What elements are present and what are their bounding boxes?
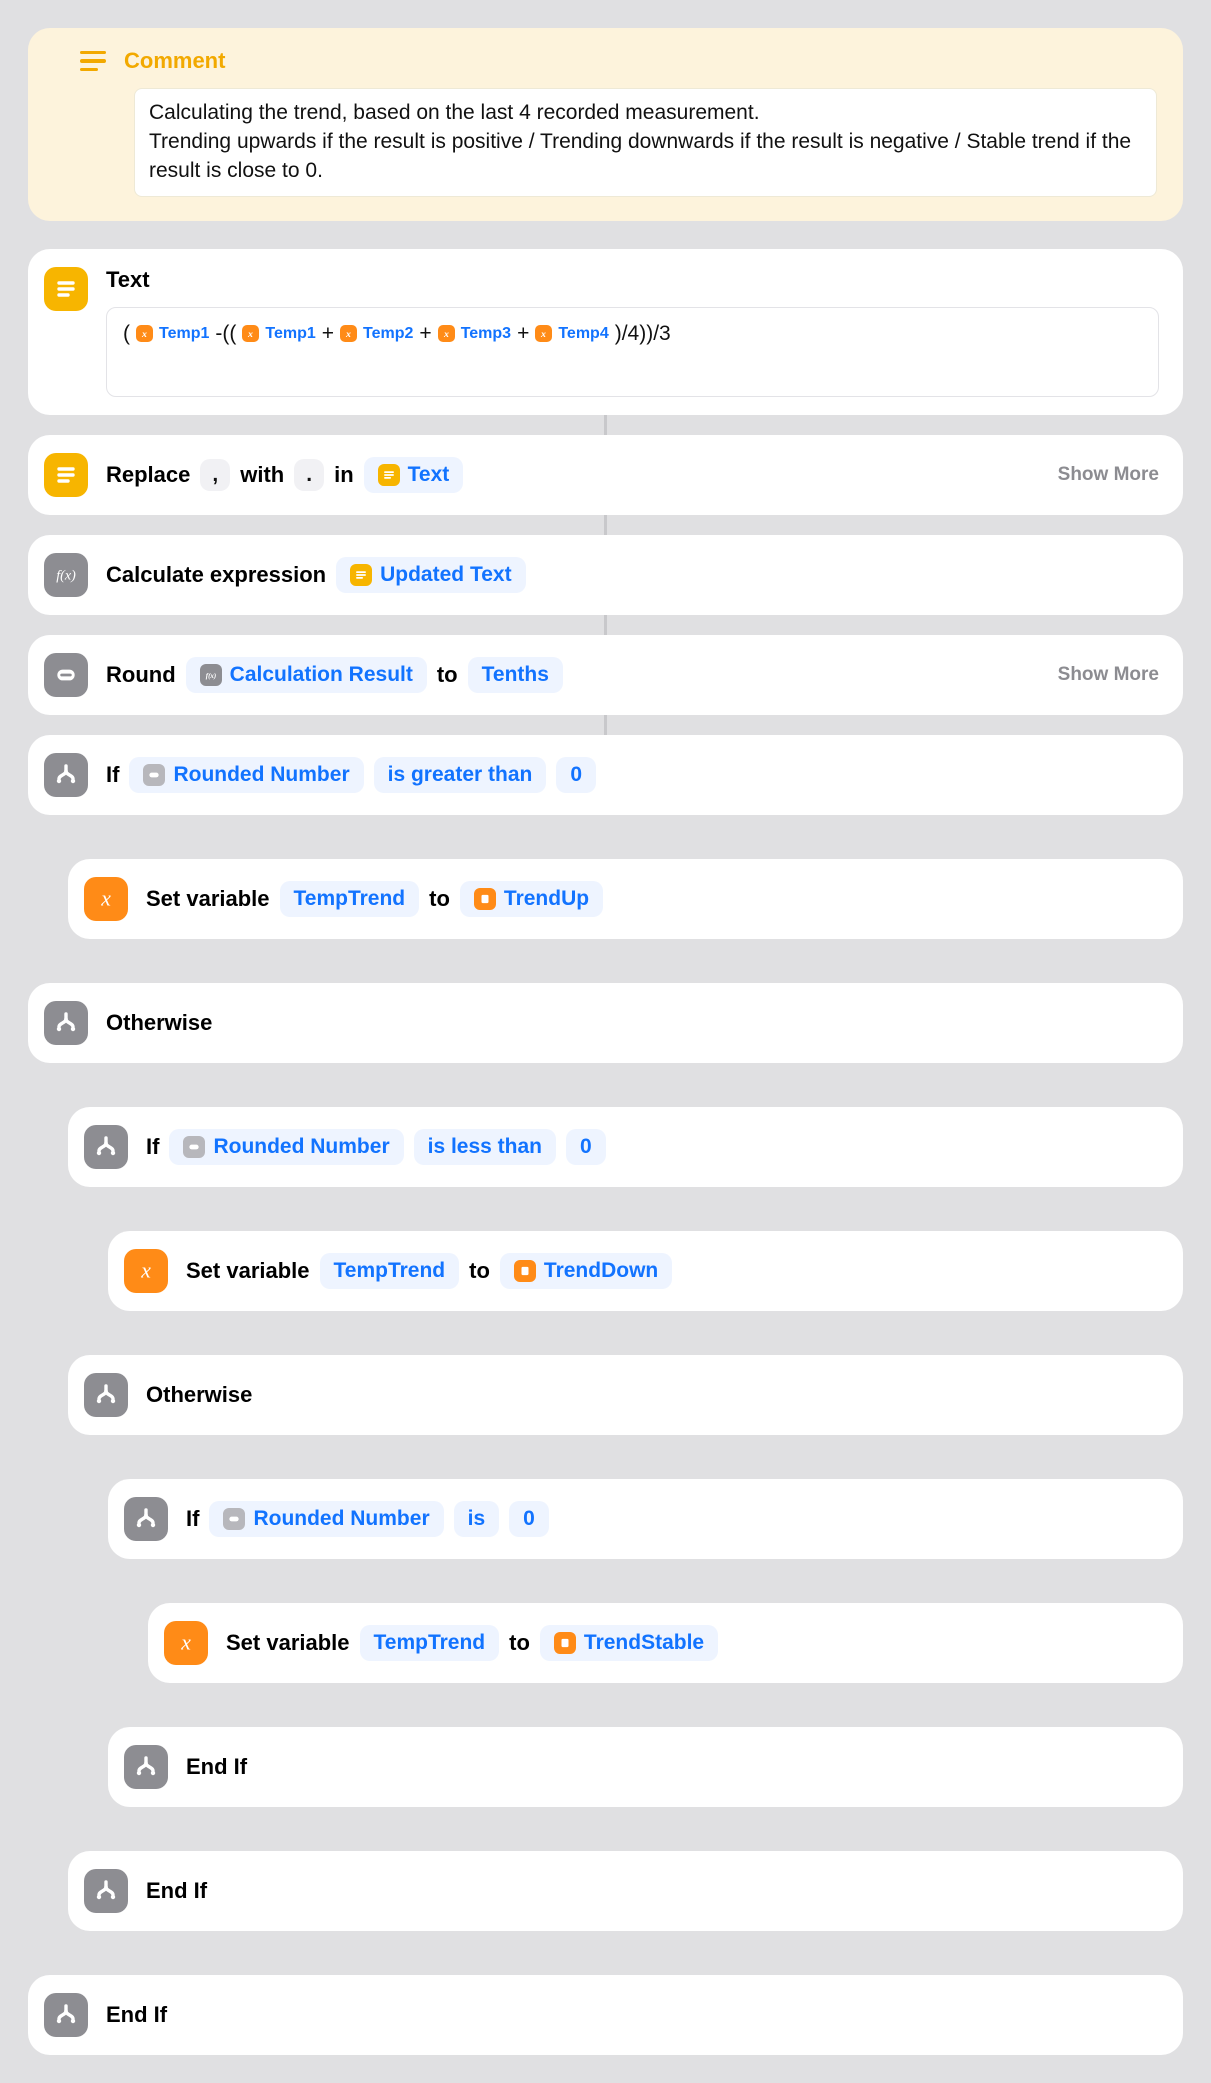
fx-icon: f(x) <box>44 553 88 597</box>
set-var-name[interactable]: TempTrend <box>320 1253 460 1289</box>
var-temp1b[interactable]: xTemp1 <box>242 325 315 343</box>
svg-text:x: x <box>540 329 546 339</box>
replace-verb: Replace <box>106 462 190 488</box>
set-variable-action[interactable]: x Set variable TempTrend to TrendUp <box>68 859 1183 939</box>
round-icon <box>44 653 88 697</box>
svg-text:x: x <box>443 329 449 339</box>
branch-icon <box>84 1373 128 1417</box>
comment-action[interactable]: Comment Calculating the trend, based on … <box>28 28 1183 221</box>
calc-verb: Calculate expression <box>106 562 326 588</box>
comment-body[interactable]: Calculating the trend, based on the last… <box>134 88 1157 197</box>
replace-target[interactable]: Text <box>364 457 464 493</box>
var-temp4[interactable]: xTemp4 <box>535 325 608 343</box>
set-var-name[interactable]: TempTrend <box>360 1625 500 1661</box>
round-input[interactable]: f(x) Calculation Result <box>186 657 427 693</box>
round-mini-icon <box>183 1136 205 1158</box>
set-variable-action[interactable]: x Set variable TempTrend to TrendStable <box>148 1603 1183 1683</box>
branch-icon <box>124 1497 168 1541</box>
comment-icon <box>80 51 106 72</box>
endif-action[interactable]: End If <box>28 1975 1183 2055</box>
if-var[interactable]: Rounded Number <box>169 1129 403 1165</box>
text-icon <box>44 453 88 497</box>
text-title: Text <box>106 267 1159 293</box>
if-condition[interactable]: is less than <box>414 1129 556 1165</box>
svg-text:f(x): f(x) <box>205 672 216 680</box>
svg-text:x: x <box>345 329 351 339</box>
endif-action[interactable]: End If <box>108 1727 1183 1807</box>
var-temp2[interactable]: xTemp2 <box>340 325 413 343</box>
round-mini-icon <box>143 764 165 786</box>
dict-mini-icon <box>514 1260 536 1282</box>
branch-icon <box>44 753 88 797</box>
branch-icon <box>84 1125 128 1169</box>
svg-text:x: x <box>141 329 147 339</box>
endif-action[interactable]: End If <box>68 1851 1183 1931</box>
if-value[interactable]: 0 <box>566 1129 606 1165</box>
svg-text:x: x <box>100 886 111 910</box>
fx-mini-icon: f(x) <box>200 664 222 686</box>
calculate-action[interactable]: f(x) Calculate expression Updated Text <box>28 535 1183 615</box>
replace-action[interactable]: Replace , with . in Text Show More <box>28 435 1183 515</box>
round-action[interactable]: Round f(x) Calculation Result to Tenths … <box>28 635 1183 715</box>
svg-text:x: x <box>180 1630 191 1654</box>
dict-mini-icon <box>474 888 496 910</box>
svg-text:f(x): f(x) <box>56 567 76 583</box>
branch-icon <box>124 1745 168 1789</box>
dict-mini-icon <box>554 1632 576 1654</box>
branch-icon <box>44 1001 88 1045</box>
text-action[interactable]: Text ( xTemp1 -(( xTemp1 + xTemp2 + xTem… <box>28 249 1183 415</box>
if-condition[interactable]: is greater than <box>374 757 547 793</box>
set-var-value[interactable]: TrendUp <box>460 881 603 917</box>
if-var[interactable]: Rounded Number <box>209 1501 443 1537</box>
if-value[interactable]: 0 <box>556 757 596 793</box>
if-action[interactable]: If Rounded Number is greater than 0 <box>28 735 1183 815</box>
set-var-value[interactable]: TrendDown <box>500 1253 672 1289</box>
round-verb: Round <box>106 662 176 688</box>
svg-text:x: x <box>247 329 253 339</box>
set-var-name[interactable]: TempTrend <box>280 881 420 917</box>
set-variable-action[interactable]: x Set variable TempTrend to TrendDown <box>108 1231 1183 1311</box>
calc-target[interactable]: Updated Text <box>336 557 525 593</box>
variable-icon: x <box>124 1249 168 1293</box>
if-value[interactable]: 0 <box>509 1501 549 1537</box>
var-temp1[interactable]: xTemp1 <box>136 325 209 343</box>
round-precision[interactable]: Tenths <box>468 657 563 693</box>
otherwise-action[interactable]: Otherwise <box>68 1355 1183 1435</box>
if-action[interactable]: If Rounded Number is less than 0 <box>68 1107 1183 1187</box>
svg-text:x: x <box>140 1258 151 1282</box>
if-condition[interactable]: is <box>454 1501 500 1537</box>
replace-find[interactable]: , <box>200 459 230 491</box>
text-mini-icon <box>378 464 400 486</box>
variable-icon: x <box>164 1621 208 1665</box>
branch-icon <box>44 1993 88 2037</box>
otherwise-action[interactable]: Otherwise <box>28 983 1183 1063</box>
var-temp3[interactable]: xTemp3 <box>438 325 511 343</box>
variable-icon: x <box>84 877 128 921</box>
if-var[interactable]: Rounded Number <box>129 757 363 793</box>
branch-icon <box>84 1869 128 1913</box>
text-mini-icon <box>350 564 372 586</box>
show-more-button[interactable]: Show More <box>1058 664 1159 686</box>
set-var-value[interactable]: TrendStable <box>540 1625 718 1661</box>
comment-label: Comment <box>124 48 225 74</box>
show-more-button[interactable]: Show More <box>1058 464 1159 486</box>
round-mini-icon <box>223 1508 245 1530</box>
text-input[interactable]: ( xTemp1 -(( xTemp1 + xTemp2 + xTemp3 + … <box>106 307 1159 397</box>
if-action[interactable]: If Rounded Number is 0 <box>108 1479 1183 1559</box>
text-icon <box>44 267 88 311</box>
replace-with[interactable]: . <box>294 459 324 491</box>
